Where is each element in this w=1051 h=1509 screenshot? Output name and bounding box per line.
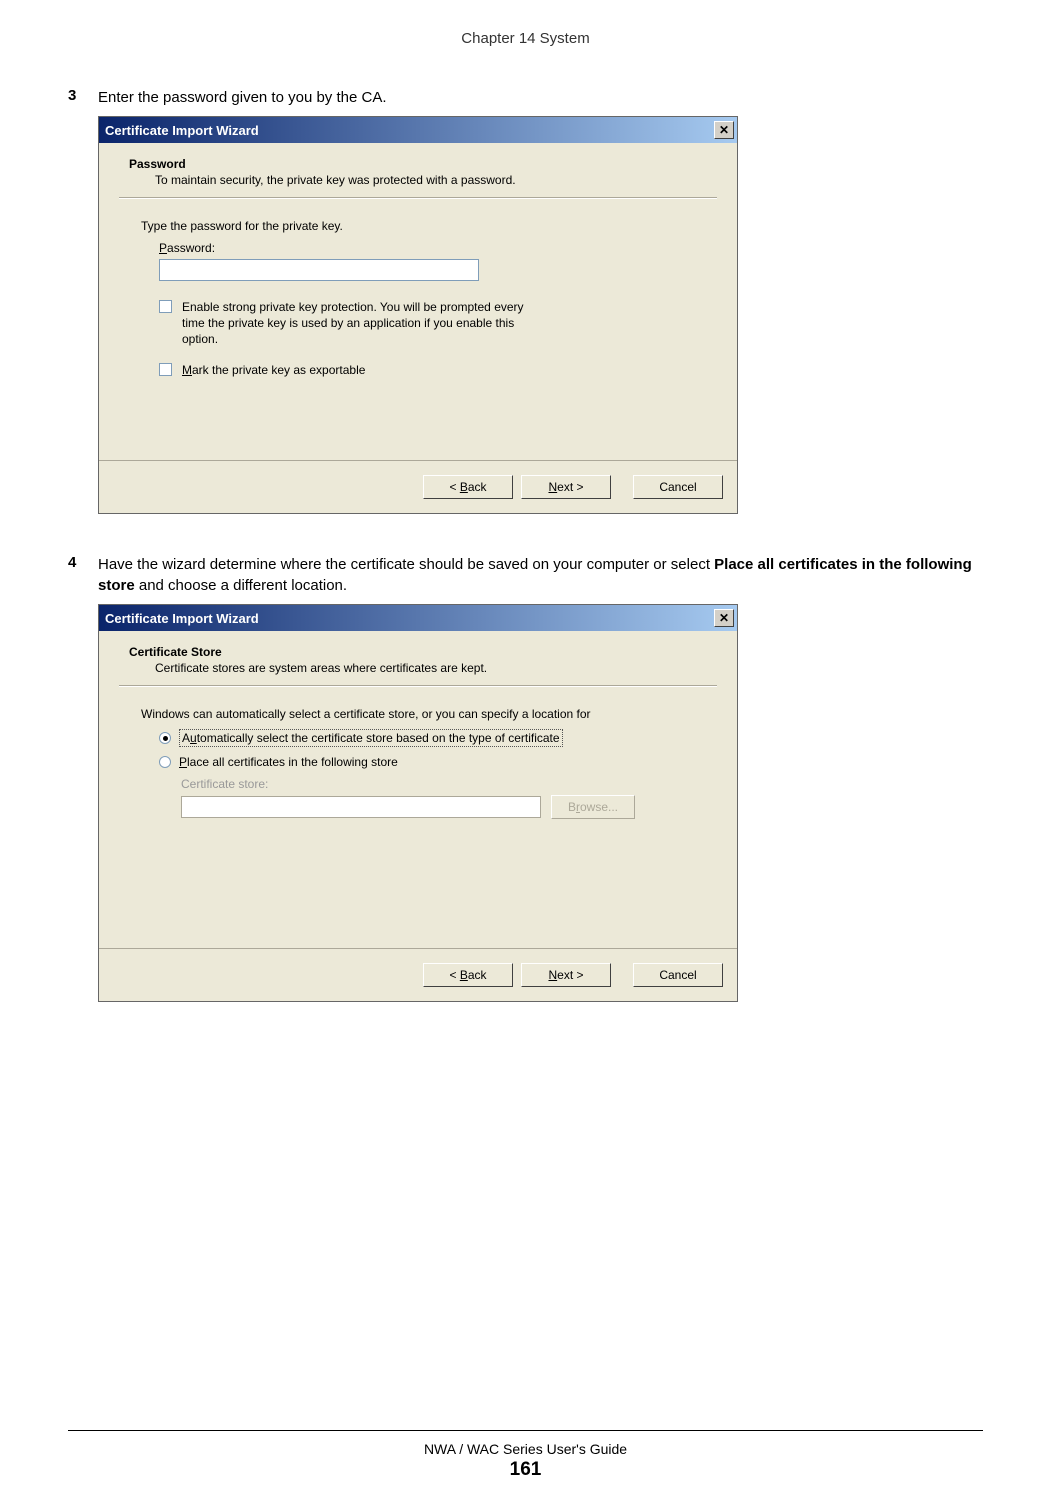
store-prompt: Windows can automatically select a certi…	[141, 707, 717, 721]
divider	[119, 197, 717, 199]
checkbox-label: Mark the private key as exportable	[182, 362, 365, 378]
page-number: 161	[0, 1459, 1051, 1481]
close-button[interactable]: ✕	[714, 121, 734, 139]
button-row: < Back Next > Cancel	[99, 948, 737, 1001]
radio-label: Automatically select the certificate sto…	[179, 729, 563, 747]
checkbox-strong-protection[interactable]	[159, 300, 172, 313]
step-4: 4 Have the wizard determine where the ce…	[68, 554, 983, 596]
step-3: 3 Enter the password given to you by the…	[68, 87, 983, 108]
cancel-button[interactable]: Cancel	[633, 475, 723, 499]
close-icon: ✕	[719, 612, 729, 624]
close-button[interactable]: ✕	[714, 609, 734, 627]
guide-name: NWA / WAC Series User's Guide	[0, 1441, 1051, 1457]
radio-dot-icon	[163, 736, 168, 741]
radio-auto-select[interactable]	[159, 732, 171, 744]
wizard-heading: Certificate Store	[129, 645, 717, 659]
browse-button: Browse...	[551, 795, 635, 819]
close-icon: ✕	[719, 124, 729, 136]
divider	[119, 685, 717, 687]
button-row: < Back Next > Cancel	[99, 460, 737, 513]
cert-import-wizard-password-dialog: Certificate Import Wizard ✕ Password To …	[98, 116, 738, 514]
password-label: Password:	[159, 241, 717, 255]
password-input[interactable]	[159, 259, 479, 281]
password-prompt: Type the password for the private key.	[141, 219, 717, 233]
dialog-title: Certificate Import Wizard	[105, 123, 259, 138]
cancel-button[interactable]: Cancel	[633, 963, 723, 987]
radio-place-all[interactable]	[159, 756, 171, 768]
radio-place-all-row[interactable]: Place all certificates in the following …	[159, 755, 717, 769]
wizard-subheading: To maintain security, the private key wa…	[155, 173, 717, 187]
step-number: 4	[68, 554, 98, 596]
titlebar: Certificate Import Wizard ✕	[99, 117, 737, 143]
next-button[interactable]: Next >	[521, 963, 611, 987]
next-button[interactable]: Next >	[521, 475, 611, 499]
wizard-heading: Password	[129, 157, 717, 171]
step-text: Have the wizard determine where the cert…	[98, 554, 983, 596]
certificate-store-row: Browse...	[181, 795, 717, 819]
cert-import-wizard-store-dialog: Certificate Import Wizard ✕ Certificate …	[98, 604, 738, 1002]
checkbox-exportable[interactable]	[159, 363, 172, 376]
back-button[interactable]: < Back	[423, 963, 513, 987]
titlebar: Certificate Import Wizard ✕	[99, 605, 737, 631]
page-footer: NWA / WAC Series User's Guide 161	[0, 1430, 1051, 1481]
radio-auto-select-row[interactable]: Automatically select the certificate sto…	[159, 729, 717, 747]
certificate-store-input	[181, 796, 541, 818]
footer-divider	[68, 1430, 983, 1431]
chapter-header: Chapter 14 System	[68, 30, 983, 47]
certificate-store-label: Certificate store:	[181, 777, 717, 791]
checkbox-label: Enable strong private key protection. Yo…	[182, 299, 542, 348]
radio-label: Place all certificates in the following …	[179, 755, 398, 769]
step-number: 3	[68, 87, 98, 108]
step-text: Enter the password given to you by the C…	[98, 87, 983, 108]
dialog-title: Certificate Import Wizard	[105, 611, 259, 626]
back-button[interactable]: < Back	[423, 475, 513, 499]
mark-exportable-row[interactable]: Mark the private key as exportable	[159, 362, 717, 378]
wizard-subheading: Certificate stores are system areas wher…	[155, 661, 717, 675]
enable-strong-protection-row[interactable]: Enable strong private key protection. Yo…	[159, 299, 717, 348]
